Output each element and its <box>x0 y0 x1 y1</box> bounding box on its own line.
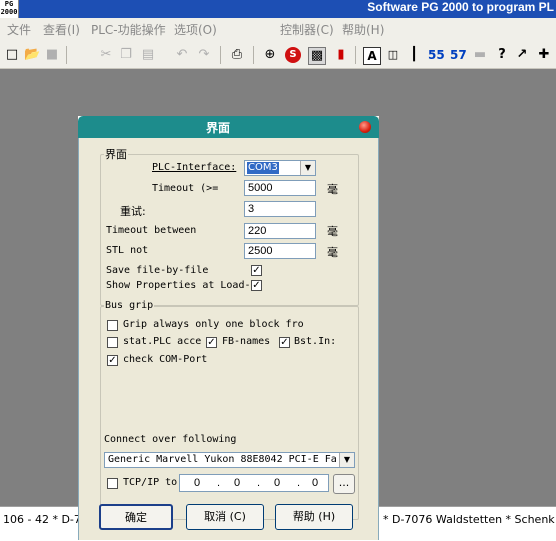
stat-plc-checkbox[interactable] <box>107 337 118 348</box>
timeout-between-unit: 毫 <box>327 225 338 238</box>
chevron-down-icon[interactable]: ▼ <box>339 453 354 467</box>
browse-button[interactable]: ... <box>333 474 355 494</box>
ip-dot: . <box>217 477 221 489</box>
stl-input[interactable]: 2500 <box>244 243 316 259</box>
fb-names-checkbox[interactable]: ✓ <box>206 337 217 348</box>
toolbar-separator <box>355 46 356 64</box>
tcpip-checkbox[interactable] <box>107 478 118 489</box>
toolbar-separator <box>66 46 67 64</box>
save-file-label: Save file-by-file <box>106 265 209 276</box>
chevron-down-icon[interactable]: ▼ <box>300 161 315 175</box>
redo-icon[interactable]: ↷ <box>196 47 212 63</box>
tcpip-label: TCP/IP to <box>123 477 178 488</box>
retry-input[interactable]: 3 <box>244 201 316 217</box>
ip-dot: . <box>257 477 261 489</box>
app-title: Software PG 2000 to program PL <box>367 0 554 14</box>
timeout-between-label: Timeout between <box>106 225 197 236</box>
timeout-label: Timeout (>= <box>152 183 219 194</box>
menu-help[interactable]: 帮助(H) <box>342 21 384 38</box>
timeout-input[interactable]: 5000 <box>244 180 316 196</box>
network-icon[interactable]: ◫ <box>385 47 401 63</box>
text-icon[interactable]: A <box>363 47 381 65</box>
dialog-body: 界面 PLC-Interface: COM3 ▼ Timeout (>= 500… <box>78 138 379 540</box>
toolbar: □ 📂 ■ ✂ ❐ ▤ ↶ ↷ ⎙ ⊕ S ▩ ▮ A ◫ ┃ 55 57 ▬ … <box>0 40 556 69</box>
stl-unit: 毫 <box>327 246 338 259</box>
timeout-between-input[interactable]: 220 <box>244 223 316 239</box>
stat-plc-label: stat.PLC acce <box>123 336 202 347</box>
cancel-button[interactable]: 取消 (C) <box>186 504 264 530</box>
split-icon[interactable]: ┃ <box>406 47 422 63</box>
device-icon[interactable]: ▬ <box>472 47 488 63</box>
plc-interface-value: COM3 <box>247 162 279 174</box>
check-com-label: check COM-Port <box>123 354 208 365</box>
stl-label: STL not <box>106 245 149 256</box>
ip-address-field[interactable]: 0 . 0 . 0 . 0 <box>179 474 329 492</box>
grip-checkbox[interactable] <box>107 320 118 331</box>
module-icon[interactable]: ▩ <box>308 47 326 65</box>
help-button[interactable]: 帮助 (H) <box>275 504 353 530</box>
open-folder-icon[interactable]: 📂 <box>24 47 40 63</box>
paste-icon[interactable]: ▤ <box>140 47 156 63</box>
menu-bar: 文件 查看(I) PLC-功能操作 选项(O) 控制器(C) 帮助(H) <box>0 18 556 40</box>
adapter-select[interactable]: Generic Marvell Yukon 88E8042 PCI-E Fa ▼ <box>104 452 355 468</box>
stop-icon[interactable]: S <box>285 47 301 63</box>
toolbar-separator <box>220 46 221 64</box>
plc-interface-label: PLC-Interface: <box>152 162 237 173</box>
menu-options[interactable]: 选项(O) <box>174 21 217 38</box>
dialog-title: 界面 <box>205 121 230 135</box>
crosshair-icon[interactable]: ⊕ <box>262 47 278 63</box>
s5-icon[interactable]: 55 <box>428 47 445 63</box>
bst-in-label: Bst.In: <box>294 336 337 347</box>
bus-grip-legend: Bus grip <box>104 300 155 311</box>
undo-icon[interactable]: ↶ <box>174 47 190 63</box>
tools-icon[interactable]: ✚ <box>536 47 552 63</box>
new-file-icon[interactable]: □ <box>4 47 20 63</box>
context-help-icon[interactable]: ↗ <box>514 47 530 63</box>
show-properties-label: Show Properties at Load- <box>106 280 251 291</box>
connect-label: Connect over following <box>104 434 237 445</box>
app-title-bar: PG 2000 Software PG 2000 to program PL <box>0 0 556 18</box>
status-right-text: * D-7076 Waldstetten * Schenk Filte <box>383 513 556 526</box>
retry-label: 重试: <box>120 205 146 218</box>
s7-icon[interactable]: 57 <box>450 47 467 63</box>
app-icon: PG 2000 <box>0 0 19 18</box>
dialog-title-bar[interactable]: 界面 <box>78 116 379 138</box>
menu-file[interactable]: 文件 <box>7 21 31 38</box>
fb-names-label: FB-names <box>222 336 271 347</box>
copy-icon[interactable]: ❐ <box>118 47 134 63</box>
ip-octet-4: 0 <box>312 477 319 489</box>
interface-group-legend: 界面 <box>104 146 128 162</box>
record-icon[interactable]: ▮ <box>333 47 349 63</box>
ip-octet-1: 0 <box>194 477 201 489</box>
cut-icon[interactable]: ✂ <box>98 47 114 63</box>
plc-interface-select[interactable]: COM3 ▼ <box>244 160 316 176</box>
ip-octet-2: 0 <box>234 477 241 489</box>
check-com-checkbox[interactable]: ✓ <box>107 355 118 366</box>
help-icon[interactable]: ? <box>494 47 510 63</box>
menu-view[interactable]: 查看(I) <box>43 21 80 38</box>
show-properties-checkbox[interactable]: ✓ <box>251 280 262 291</box>
timeout-unit: 毫 <box>327 183 338 196</box>
interface-dialog: 界面 界面 PLC-Interface: COM3 ▼ Timeout (>= … <box>78 116 379 540</box>
ip-octet-3: 0 <box>274 477 281 489</box>
bst-in-checkbox[interactable]: ✓ <box>279 337 290 348</box>
grip-label: Grip always only one block fro <box>123 319 304 330</box>
save-icon[interactable]: ■ <box>44 47 60 63</box>
adapter-value: Generic Marvell Yukon 88E8042 PCI-E Fa <box>108 454 337 465</box>
ok-button[interactable]: 确定 <box>99 504 173 530</box>
ip-dot: . <box>297 477 301 489</box>
print-icon[interactable]: ⎙ <box>229 47 245 63</box>
close-icon[interactable] <box>359 121 371 133</box>
save-file-checkbox[interactable]: ✓ <box>251 265 262 276</box>
toolbar-separator <box>253 46 254 64</box>
menu-plc-functions[interactable]: PLC-功能操作 <box>91 21 166 38</box>
menu-controller[interactable]: 控制器(C) <box>280 21 334 38</box>
